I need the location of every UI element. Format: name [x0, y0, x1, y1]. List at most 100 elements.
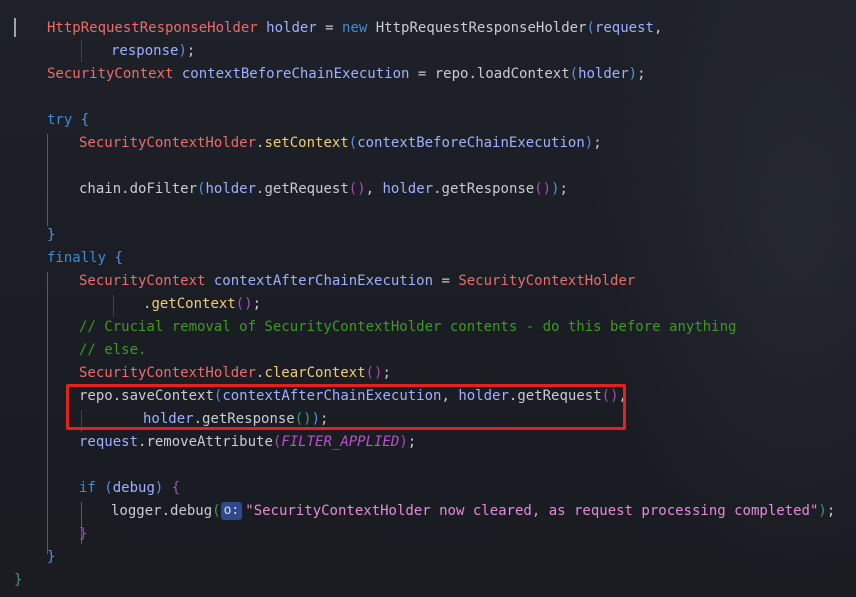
code-token: ,	[653, 20, 663, 36]
code-token: ;	[407, 434, 417, 450]
code-token: chain	[79, 181, 122, 197]
code-token: {	[80, 112, 90, 128]
code-token: )	[628, 66, 638, 82]
code-token: ()	[235, 296, 253, 312]
code-token: )	[818, 503, 827, 519]
code-line[interactable]: .getContext();	[143, 293, 261, 316]
code-token: holder	[205, 181, 257, 197]
code-line[interactable]: SecurityContextHolder.setContext(context…	[79, 132, 602, 155]
code-token: new	[342, 20, 368, 36]
code-line[interactable]: }	[47, 224, 55, 247]
code-token: // Crucial removal of SecurityContextHol…	[79, 319, 737, 335]
code-token: ;	[593, 135, 602, 151]
code-token: ()	[348, 181, 366, 197]
code-token: .	[161, 503, 171, 519]
code-token: (	[348, 135, 358, 151]
code-token: removeAttribute	[146, 434, 273, 450]
code-token: getContext	[151, 296, 236, 312]
code-token: ;	[637, 66, 646, 82]
code-line[interactable]: }	[14, 569, 22, 592]
indent-guide	[47, 134, 48, 226]
code-line[interactable]: // else.	[79, 339, 146, 362]
code-token: request	[79, 434, 139, 450]
code-token: clearContext	[264, 365, 366, 381]
code-token: contextBeforeChainExecution	[357, 135, 585, 151]
code-token: )	[178, 43, 187, 59]
code-token: (	[569, 66, 579, 82]
code-token: SecurityContext	[79, 273, 206, 289]
code-token: ;	[826, 503, 836, 519]
code-line[interactable]: SecurityContext contextAfterChainExecuti…	[79, 270, 635, 293]
code-line[interactable]: chain.doFilter(holder.getRequest(), hold…	[79, 178, 568, 201]
code-token: {	[171, 480, 181, 496]
code-token: ;	[382, 365, 391, 381]
code-token: )	[399, 434, 408, 450]
code-token: debug	[170, 503, 213, 519]
code-token: (	[104, 480, 113, 496]
code-token: doFilter	[129, 181, 198, 197]
code-line[interactable]: SecurityContext contextBeforeChainExecut…	[47, 63, 646, 86]
code-token: .	[433, 181, 442, 197]
code-token: }	[47, 227, 56, 243]
code-token: ;	[252, 296, 262, 312]
code-token: SecurityContext	[47, 66, 174, 82]
code-token: .	[468, 66, 477, 82]
code-token: FILTER_APPLIED	[281, 434, 400, 450]
code-token: repo	[434, 66, 469, 82]
code-line[interactable]: }	[79, 523, 87, 546]
code-line[interactable]: response);	[111, 40, 195, 63]
code-token: // else.	[79, 342, 147, 358]
code-token: =	[433, 273, 459, 289]
code-line[interactable]: }	[47, 546, 55, 569]
code-line[interactable]: finally {	[47, 247, 123, 270]
code-token: .	[121, 181, 130, 197]
code-line[interactable]: request.removeAttribute(FILTER_APPLIED);	[79, 431, 416, 454]
code-token: }	[79, 526, 88, 542]
code-token: response	[111, 43, 179, 59]
parameter-hint-badge: o:	[220, 502, 243, 520]
code-token: (	[586, 20, 595, 36]
code-token: )	[584, 135, 594, 151]
code-token: SecurityContextHolder	[79, 135, 257, 151]
code-line[interactable]: if (debug) {	[79, 477, 180, 500]
code-token: =	[409, 66, 435, 82]
code-token: ()	[365, 365, 383, 381]
text-cursor	[14, 18, 16, 37]
code-token: finally	[47, 250, 107, 266]
code-token: ;	[559, 181, 568, 197]
code-token: HttpRequestResponseHolder	[367, 20, 587, 36]
code-token: loadContext	[476, 66, 570, 82]
code-line[interactable]: logger.debug(o: "SecurityContextHolder no…	[111, 500, 835, 523]
code-token: ()	[534, 181, 552, 197]
code-token: HttpRequestResponseHolder	[47, 20, 258, 36]
code-line[interactable]: SecurityContextHolder.clearContext();	[79, 362, 391, 385]
code-token: holder	[578, 66, 629, 82]
indent-guide	[81, 40, 82, 62]
code-token: =	[316, 20, 343, 36]
code-token: holder	[266, 20, 317, 36]
code-token: debug	[112, 480, 155, 496]
code-line[interactable]: HttpRequestResponseHolder holder = new H…	[47, 17, 662, 40]
indent-guide	[113, 295, 114, 317]
highlight-annotation-box	[66, 384, 626, 430]
code-token: holder	[382, 181, 434, 197]
code-token: ;	[186, 43, 196, 59]
code-token: ,	[365, 181, 383, 197]
code-token: contextBeforeChainExecution	[181, 66, 410, 82]
code-token: setContext	[264, 135, 349, 151]
code-token: )	[551, 181, 560, 197]
code-line[interactable]: try {	[47, 109, 89, 132]
code-editor[interactable]: HttpRequestResponseHolder holder = new H…	[0, 0, 856, 597]
code-line[interactable]: // Crucial removal of SecurityContextHol…	[79, 316, 736, 339]
code-token: {	[114, 250, 123, 266]
code-token: request	[594, 20, 654, 36]
code-token: "SecurityContextHolder now cleared, as r…	[245, 503, 819, 519]
code-token: logger	[111, 503, 162, 519]
code-token: if	[79, 480, 96, 496]
code-token: SecurityContextHolder	[458, 273, 636, 289]
